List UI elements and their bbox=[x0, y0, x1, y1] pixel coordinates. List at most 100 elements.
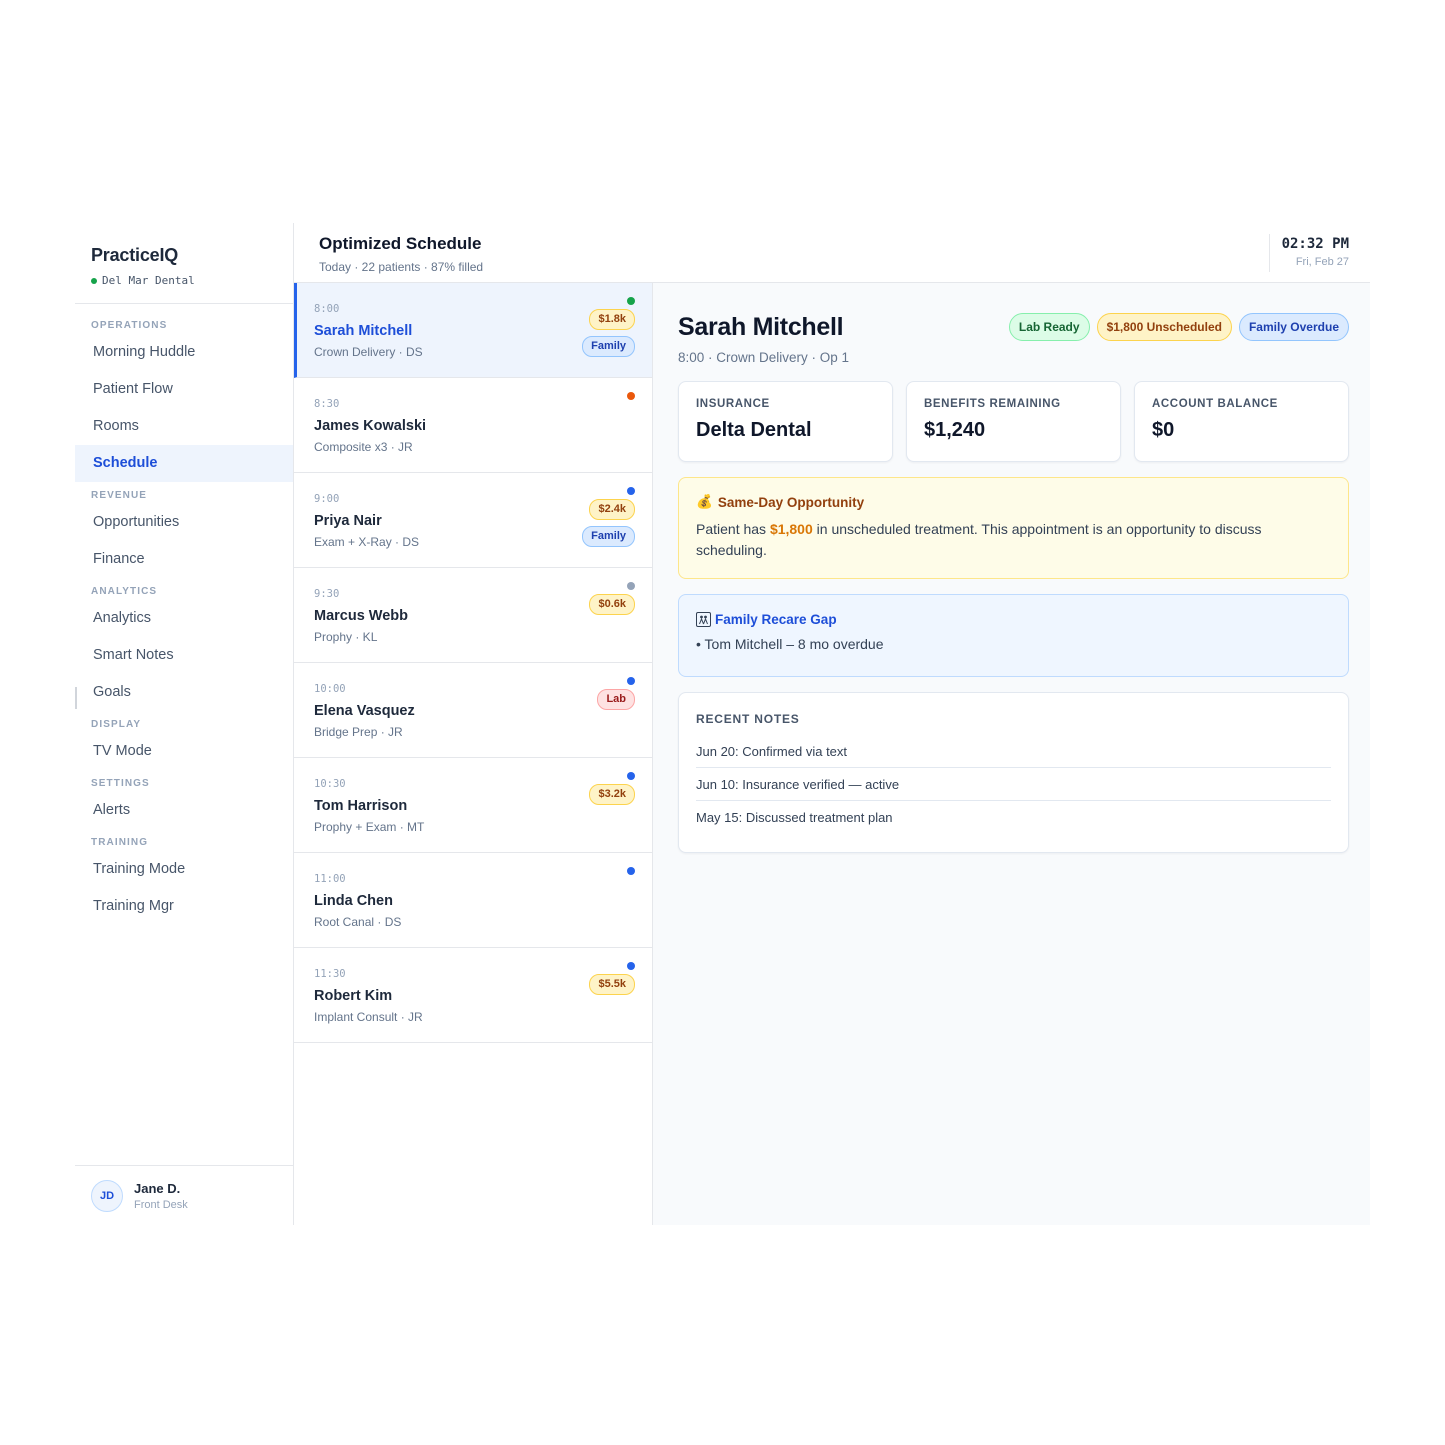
summary-card: BENEFITS REMAINING $1,240 bbox=[906, 381, 1121, 462]
sidebar-item-smart-notes[interactable]: Smart Notes bbox=[75, 637, 293, 674]
nav-section-label: REVENUE bbox=[91, 490, 148, 501]
sidebar-item-alerts[interactable]: Alerts bbox=[75, 792, 293, 829]
card-label: INSURANCE bbox=[696, 398, 770, 410]
status-dot-icon bbox=[627, 772, 635, 780]
status-badge: Family Overdue bbox=[1238, 313, 1349, 341]
clock-time: 02:32 PM bbox=[1281, 236, 1349, 252]
clock: 02:32 PM Fri, Feb 27 bbox=[1268, 234, 1349, 272]
sidebar-item-tv-mode[interactable]: TV Mode bbox=[75, 733, 293, 770]
appointment-row[interactable]: 11:00 Linda Chen Root Canal · DS bbox=[294, 853, 652, 948]
sidebar-nav: OPERATIONS Morning Huddle Patient Flow Room… bbox=[75, 304, 293, 925]
sidebar-item-schedule[interactable]: Schedule bbox=[75, 445, 293, 482]
amount-badge: $0.6k bbox=[589, 594, 635, 615]
appointment-procedure: Prophy + Exam · MT bbox=[314, 820, 425, 834]
sidebar-item-rooms[interactable]: Rooms bbox=[75, 408, 293, 445]
card-label: ACCOUNT BALANCE bbox=[1152, 398, 1278, 410]
appointment-row[interactable]: 8:30 James Kowalski Composite x3 · JR bbox=[294, 378, 652, 473]
status-dot-icon bbox=[627, 867, 635, 875]
note-item: Jun 10: Insurance verified — active bbox=[696, 768, 1331, 801]
appointment-badges: $0.6k bbox=[589, 594, 635, 615]
clock-date: Fri, Feb 27 bbox=[1295, 256, 1349, 268]
nav-section-label: DISPLAY bbox=[91, 719, 142, 730]
status-dot-icon bbox=[627, 677, 635, 685]
amount-badge: $5.5k bbox=[589, 974, 635, 995]
status-dot-icon bbox=[627, 392, 635, 400]
brand-header: PracticeIQ Del Mar Dental bbox=[75, 223, 293, 304]
page-title: Optimized Schedule bbox=[319, 234, 482, 253]
practice-label: Del Mar Dental bbox=[102, 274, 195, 287]
recare-title: Family Recare Gap bbox=[715, 612, 837, 627]
nav-section-label: OPERATIONS bbox=[91, 320, 168, 331]
sidebar-item-goals[interactable]: Goals bbox=[75, 674, 293, 711]
sidebar-item-morning-huddle[interactable]: Morning Huddle bbox=[75, 334, 293, 371]
sidebar-item-training-mode[interactable]: Training Mode bbox=[75, 851, 293, 888]
appointment-row[interactable]: 11:30 Robert Kim Implant Consult · JR $5.5k bbox=[294, 948, 652, 1043]
family-badge: Family bbox=[582, 336, 635, 357]
appointment-row[interactable]: 10:30 Tom Harrison Prophy + Exam · MT $3.2k bbox=[294, 758, 652, 853]
card-value: $1,240 bbox=[924, 419, 986, 441]
opportunity-title: Same-Day Opportunity bbox=[717, 494, 865, 510]
status-dot-icon bbox=[627, 297, 635, 305]
appointment-time: 11:00 bbox=[314, 873, 346, 885]
nav-section-label: SETTINGS bbox=[91, 778, 150, 789]
amount-badge: $3.2k bbox=[589, 784, 635, 805]
main-area: Optimized Schedule Today · 22 patients ·… bbox=[294, 223, 1370, 1225]
patient-detail: Sarah Mitchell 8:00 · Crown Delivery · O… bbox=[653, 283, 1370, 1225]
appointment-procedure: Implant Consult · JR bbox=[314, 1010, 423, 1024]
appointment-patient-name: James Kowalski bbox=[314, 418, 427, 434]
summary-card: INSURANCE Delta Dental bbox=[678, 381, 893, 462]
opportunity-amount: $1,800 bbox=[769, 521, 813, 537]
brand-name: PracticeIQ bbox=[91, 245, 179, 265]
page-subtitle: Today · 22 patients · 87% filled bbox=[319, 260, 484, 274]
app-window: PracticeIQ Del Mar Dental OPERATIONS Morn… bbox=[75, 223, 1370, 1225]
same-day-opportunity-panel: 💰 Same-Day Opportunity Patient has $1,80… bbox=[678, 477, 1349, 579]
appointment-badges: Lab bbox=[597, 689, 635, 710]
appointment-procedure: Root Canal · DS bbox=[314, 915, 402, 929]
status-dot-icon bbox=[627, 962, 635, 970]
collapse-handle[interactable] bbox=[75, 687, 77, 709]
sidebar-item-training-mgr[interactable]: Training Mgr bbox=[75, 888, 293, 925]
status-badge: $1,800 Unscheduled bbox=[1096, 313, 1232, 341]
family-recare-panel: Family Recare Gap • Tom Mitchell – 8 mo … bbox=[678, 594, 1349, 677]
note-item: May 15: Discussed treatment plan bbox=[696, 810, 893, 825]
patient-name: Sarah Mitchell bbox=[678, 313, 844, 341]
status-dot-icon bbox=[627, 487, 635, 495]
sidebar: PracticeIQ Del Mar Dental OPERATIONS Morn… bbox=[75, 223, 294, 1225]
summary-cards: INSURANCE Delta Dental BENEFITS REMAINING $… bbox=[678, 381, 1349, 462]
sidebar-item-patient-flow[interactable]: Patient Flow bbox=[75, 371, 293, 408]
avatar: JD bbox=[91, 1179, 123, 1212]
appointment-row[interactable]: 9:00 Priya Nair Exam + X-Ray · DS $2.4k Fami… bbox=[294, 473, 652, 568]
money-bag-icon: 💰 bbox=[696, 494, 713, 509]
status-dot-icon bbox=[91, 277, 97, 284]
summary-card: ACCOUNT BALANCE $0 bbox=[1134, 381, 1349, 462]
sidebar-item-analytics[interactable]: Analytics bbox=[75, 600, 293, 637]
appointment-row[interactable]: 8:00 Sarah Mitchell Crown Delivery · DS $1.… bbox=[294, 283, 652, 378]
practice-name: Del Mar Dental bbox=[91, 274, 277, 287]
appointment-procedure: Prophy · KL bbox=[314, 630, 378, 644]
appointment-row[interactable]: 9:30 Marcus Webb Prophy · KL $0.6k bbox=[294, 568, 652, 663]
nav-section-label: TRAINING bbox=[91, 837, 149, 848]
appointment-list: 8:00 Sarah Mitchell Crown Delivery · DS $1.… bbox=[294, 283, 653, 1225]
card-value: $0 bbox=[1152, 419, 1175, 441]
note-item: Jun 20: Confirmed via text bbox=[696, 735, 1331, 768]
user-name: Jane D. bbox=[134, 1180, 181, 1196]
appointment-badges: $2.4k Family bbox=[582, 499, 635, 547]
sidebar-item-opportunities[interactable]: Opportunities bbox=[75, 504, 293, 541]
status-dot-icon bbox=[627, 582, 635, 590]
user-profile[interactable]: JD Jane D. Front Desk bbox=[75, 1165, 293, 1225]
recare-item: • Tom Mitchell – 8 mo overdue bbox=[696, 636, 884, 652]
user-role: Front Desk bbox=[134, 1198, 188, 1211]
patient-subtitle: 8:00 · Crown Delivery · Op 1 bbox=[678, 350, 850, 365]
family-icon bbox=[696, 612, 711, 627]
appointment-time: 8:30 bbox=[314, 398, 340, 410]
nav-section-label: ANALYTICS bbox=[91, 586, 158, 597]
amount-badge: $2.4k bbox=[589, 499, 635, 520]
recent-notes-panel: RECENT NOTES Jun 20: Confirmed via text … bbox=[678, 692, 1349, 853]
appointment-badges: $1.8k Family bbox=[582, 309, 635, 357]
sidebar-item-finance[interactable]: Finance bbox=[75, 541, 293, 578]
lab-badge: Lab bbox=[597, 689, 635, 710]
card-value: Delta Dental bbox=[696, 419, 812, 441]
appointment-badges: $3.2k bbox=[589, 784, 635, 805]
appointment-row[interactable]: 10:00 Elena Vasquez Bridge Prep · JR Lab bbox=[294, 663, 652, 758]
patient-tags: Lab Ready $1,800 Unscheduled Family Overdu… bbox=[1008, 313, 1349, 365]
